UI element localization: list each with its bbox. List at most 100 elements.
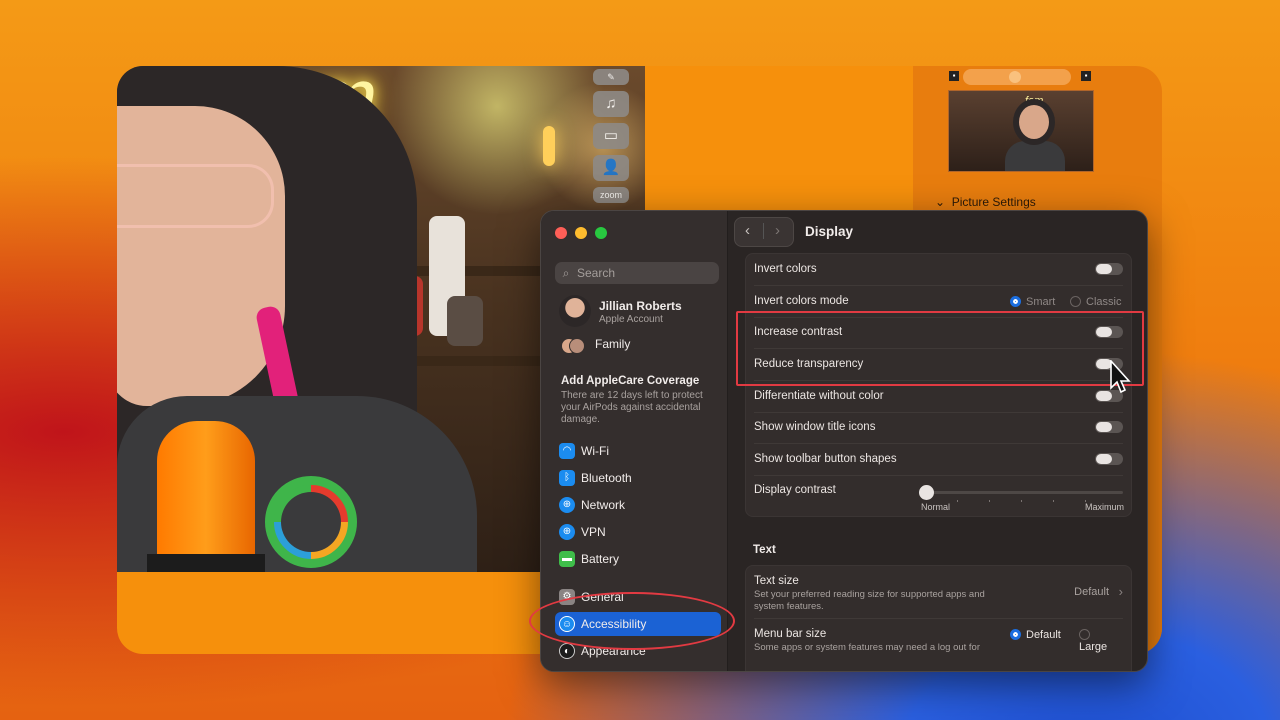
rainbow-logo-center — [281, 492, 341, 552]
microphone-base — [147, 554, 265, 572]
menu-bar-large-radio[interactable]: Large — [1079, 629, 1123, 653]
close-button[interactable] — [555, 227, 567, 239]
picture-settings-toggle[interactable]: ⌄ Picture Settings — [935, 195, 1036, 209]
sidebar-item-vpn[interactable]: ⊕ VPN — [555, 520, 721, 544]
people-icon[interactable]: 👤 — [593, 155, 629, 181]
display-contrast-knob[interactable] — [919, 485, 934, 500]
zoom-button[interactable]: zoom — [593, 187, 629, 203]
sidebar-item-wifi[interactable]: ◠ Wi-Fi — [555, 439, 721, 463]
menu-bar-size-label: Menu bar size — [754, 628, 827, 640]
mouse-pointer-icon — [1110, 360, 1131, 394]
size-slider-knob[interactable] — [1009, 71, 1021, 83]
family-label: Family — [595, 337, 631, 351]
preview-thumbnail: fam — [948, 90, 1094, 172]
menu-bar-default-radio[interactable]: Default — [1010, 629, 1061, 641]
contrast-max-label: Maximum — [1085, 502, 1125, 512]
text-options-group: Text size Set your preferred reading siz… — [745, 565, 1132, 671]
back-chevron-icon[interactable]: ‹ — [745, 222, 750, 239]
toolbar-shapes-label: Show toolbar button shapes — [754, 453, 897, 465]
menu-bar-size-description: Some apps or system features may need a … — [754, 642, 981, 653]
chevron-down-icon: ⌄ — [935, 195, 946, 209]
history-buttons: ‹ › — [734, 217, 794, 247]
call-toolbar: ✎ ♫ ▭ 👤 zoom — [591, 66, 631, 216]
title-icons-row: Show window title icons — [754, 412, 1123, 444]
radio-dot — [1070, 296, 1081, 307]
title-icons-label: Show window title icons — [754, 421, 876, 433]
menu-bar-size-row: Menu bar size Some apps or system featur… — [754, 619, 1123, 671]
smart-label: Smart — [1026, 296, 1056, 308]
highlight-oval — [529, 592, 735, 650]
forward-chevron-icon[interactable]: › — [775, 222, 780, 239]
text-size-description: Set your preferred reading size for supp… — [754, 589, 985, 612]
account-name: Jillian Roberts — [599, 299, 682, 313]
toolbar-shapes-toggle[interactable] — [1095, 453, 1123, 465]
edit-icon[interactable]: ✎ — [593, 69, 629, 85]
person-face — [117, 106, 285, 406]
search-input[interactable]: ⌕ Search — [555, 262, 719, 284]
differentiate-label: Differentiate without color — [754, 390, 884, 402]
text-size-row[interactable]: Text size Set your preferred reading siz… — [754, 566, 1123, 619]
display-contrast-slider[interactable] — [919, 485, 1123, 502]
picture-settings-label: Picture Settings — [951, 195, 1036, 209]
sidebar-item-network[interactable]: ⊕ Network — [555, 493, 721, 517]
avatar — [559, 295, 591, 327]
menu-default-label: Default — [1026, 629, 1061, 641]
highlight-box — [736, 311, 1144, 386]
toolbar-shapes-row: Show toolbar button shapes — [754, 444, 1123, 476]
appearance-icon: ◐ — [559, 643, 575, 659]
invert-colors-row: Invert colors — [754, 254, 1123, 286]
sidebar-item-battery[interactable]: ▬ Battery — [555, 547, 721, 571]
divider — [763, 223, 764, 239]
slider-tick — [1053, 500, 1054, 502]
glasses — [117, 164, 274, 228]
invert-mode-label: Invert colors mode — [754, 295, 849, 307]
display-contrast-row: Display contrast Normal Maximum — [754, 475, 1125, 515]
chevron-right-icon: › — [1118, 584, 1123, 599]
text-size-label: Text size — [754, 575, 799, 587]
title-icons-toggle[interactable] — [1095, 421, 1123, 433]
minimize-button[interactable] — [575, 227, 587, 239]
settings-content: ‹ › Display Invert colors Invert colors … — [728, 211, 1147, 671]
account-subtitle: Apple Account — [599, 314, 663, 325]
sidebar-item-label: Network — [581, 498, 626, 512]
sidebar-item-bluetooth[interactable]: ᛒ Bluetooth — [555, 466, 721, 490]
search-icon: ⌕ — [562, 266, 570, 280]
battery-icon: ▬ — [559, 551, 575, 567]
search-placeholder: Search — [577, 266, 616, 280]
display-contrast-label: Display contrast — [754, 484, 836, 496]
slider-tick — [1021, 500, 1022, 502]
invert-mode-smart-radio[interactable]: Smart — [1010, 296, 1055, 308]
wifi-icon: ◠ — [559, 443, 575, 459]
microphone — [157, 421, 255, 572]
invert-mode-classic-radio[interactable]: Classic — [1070, 296, 1121, 308]
menu-large-label: Large — [1079, 641, 1108, 653]
small-view-icon[interactable]: ▪ — [949, 71, 959, 81]
sidebar-item-label: Battery — [581, 552, 620, 566]
lamp-bulb — [543, 126, 555, 166]
slider-tick — [989, 500, 990, 502]
invert-colors-label: Invert colors — [754, 263, 817, 275]
text-section-heading: Text — [753, 544, 776, 556]
zoom-window-button[interactable] — [595, 227, 607, 239]
contrast-min-label: Normal — [921, 502, 951, 512]
applecare-notice[interactable]: Add AppleCare Coverage There are 12 days… — [561, 375, 713, 426]
applecare-title: Add AppleCare Coverage — [561, 375, 700, 387]
radio-dot — [1010, 629, 1021, 640]
applecare-body: There are 12 days left to protect your A… — [561, 390, 703, 425]
invert-colors-toggle[interactable] — [1095, 263, 1123, 275]
text-size-value: Default — [1074, 586, 1109, 598]
thumbnail-person-head — [1019, 105, 1049, 139]
decor-jar — [447, 296, 483, 346]
family-avatar — [569, 338, 585, 354]
bluetooth-icon: ᛒ — [559, 470, 575, 486]
classic-label: Classic — [1086, 296, 1122, 308]
sidebar-item-label: VPN — [581, 525, 606, 539]
slider-tick — [957, 500, 958, 502]
sidebar-item-label: Bluetooth — [581, 471, 632, 485]
music-icon[interactable]: ♫ — [593, 91, 629, 117]
chat-icon[interactable]: ▭ — [593, 123, 629, 149]
large-view-icon[interactable]: ▪ — [1081, 71, 1091, 81]
globe-icon: ⊕ — [559, 497, 575, 513]
thumbnail-person-body — [1005, 141, 1065, 171]
page-title: Display — [805, 224, 854, 239]
